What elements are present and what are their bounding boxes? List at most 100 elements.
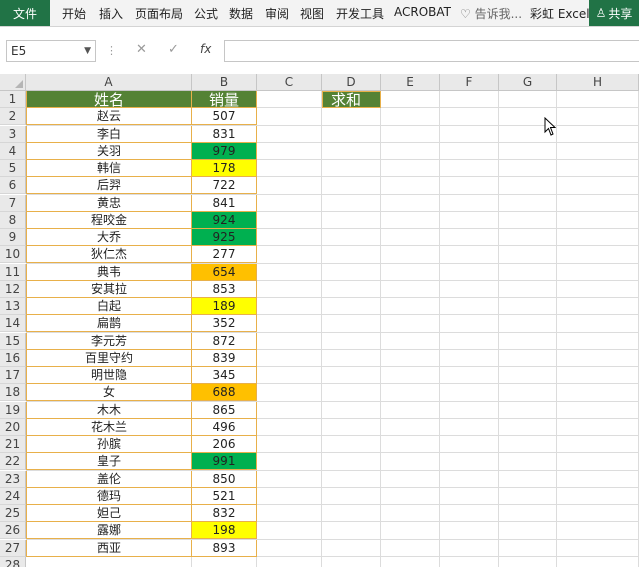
sales-cell[interactable]: 178 bbox=[192, 160, 257, 177]
column-header-c[interactable]: C bbox=[257, 74, 322, 91]
sales-cell[interactable]: 345 bbox=[192, 367, 257, 384]
sales-cell[interactable]: 865 bbox=[192, 401, 257, 419]
sales-cell[interactable]: 496 bbox=[192, 418, 257, 436]
file-tab[interactable]: 文件 bbox=[0, 0, 50, 26]
formula-input[interactable] bbox=[224, 40, 639, 62]
sales-cell[interactable]: 654 bbox=[192, 263, 257, 281]
row-header[interactable]: 19 bbox=[0, 401, 26, 419]
cancel-icon[interactable]: ✕ bbox=[136, 42, 147, 57]
name-cell[interactable]: 皇子 bbox=[26, 453, 192, 471]
tab-data[interactable]: 数据 bbox=[229, 5, 253, 22]
name-cell[interactable]: 女 bbox=[26, 384, 192, 402]
sales-cell[interactable]: 198 bbox=[192, 522, 257, 540]
sales-cell[interactable]: 925 bbox=[192, 229, 257, 246]
column-header-b[interactable]: B bbox=[192, 74, 257, 91]
sales-cell[interactable]: 853 bbox=[192, 280, 257, 298]
row-header[interactable]: 22 bbox=[0, 453, 26, 471]
row-header[interactable]: 23 bbox=[0, 470, 26, 488]
row-header[interactable]: 28 bbox=[0, 556, 26, 567]
sales-cell[interactable]: 352 bbox=[192, 315, 257, 333]
column-header-f[interactable]: F bbox=[440, 74, 499, 91]
sales-cell[interactable]: 893 bbox=[192, 539, 257, 557]
row-header[interactable]: 27 bbox=[0, 539, 26, 557]
sales-cell[interactable]: 979 bbox=[192, 142, 257, 160]
tab-review[interactable]: 审阅 bbox=[265, 5, 289, 22]
name-cell[interactable]: 后羿 bbox=[26, 177, 192, 195]
row-header[interactable]: 2 bbox=[0, 108, 26, 126]
row-header[interactable]: 6 bbox=[0, 177, 26, 195]
name-cell[interactable]: 狄仁杰 bbox=[26, 246, 192, 264]
row-header[interactable]: 15 bbox=[0, 332, 26, 350]
tab-developer[interactable]: 开发工具 bbox=[336, 5, 384, 22]
share-button[interactable]: ♙ 共享 bbox=[589, 0, 639, 26]
sales-cell[interactable]: 850 bbox=[192, 470, 257, 488]
column-header-g[interactable]: G bbox=[499, 74, 557, 91]
row-header[interactable]: 17 bbox=[0, 367, 26, 384]
name-cell[interactable]: 露娜 bbox=[26, 522, 192, 540]
sales-cell[interactable]: 521 bbox=[192, 487, 257, 505]
name-cell[interactable]: 典韦 bbox=[26, 263, 192, 281]
name-cell[interactable]: 黄忠 bbox=[26, 194, 192, 212]
row-header[interactable]: 13 bbox=[0, 298, 26, 315]
row-header[interactable]: 8 bbox=[0, 211, 26, 229]
sales-cell[interactable]: 688 bbox=[192, 384, 257, 402]
tell-me-search[interactable]: ♡ 告诉我... bbox=[460, 5, 522, 22]
name-cell[interactable]: 西亚 bbox=[26, 539, 192, 557]
row-header[interactable]: 18 bbox=[0, 384, 26, 402]
name-cell[interactable]: 盖伦 bbox=[26, 470, 192, 488]
name-cell[interactable]: 妲己 bbox=[26, 505, 192, 522]
tab-acrobat[interactable]: ACROBAT bbox=[394, 5, 451, 19]
name-cell[interactable]: 关羽 bbox=[26, 142, 192, 160]
name-cell[interactable]: 韩信 bbox=[26, 160, 192, 177]
sales-cell[interactable]: 991 bbox=[192, 453, 257, 471]
sales-cell[interactable]: 189 bbox=[192, 298, 257, 315]
column-header-h[interactable]: H bbox=[557, 74, 639, 91]
row-header[interactable]: 4 bbox=[0, 142, 26, 160]
sales-cell[interactable]: 841 bbox=[192, 194, 257, 212]
tab-view[interactable]: 视图 bbox=[300, 5, 324, 22]
row-header[interactable]: 26 bbox=[0, 522, 26, 540]
chevron-down-icon[interactable]: ▼ bbox=[84, 41, 91, 61]
row-header[interactable]: 5 bbox=[0, 160, 26, 177]
name-box[interactable]: E5 ▼ bbox=[6, 40, 96, 62]
enter-icon[interactable]: ✓ bbox=[168, 42, 179, 57]
row-header[interactable]: 1 bbox=[0, 91, 26, 108]
row-header[interactable]: 9 bbox=[0, 229, 26, 246]
sales-cell[interactable]: 924 bbox=[192, 211, 257, 229]
column-header-e[interactable]: E bbox=[381, 74, 440, 91]
sales-cell[interactable]: 722 bbox=[192, 177, 257, 195]
name-cell[interactable]: 明世隐 bbox=[26, 367, 192, 384]
name-cell[interactable]: 德玛 bbox=[26, 487, 192, 505]
name-cell[interactable]: 李白 bbox=[26, 125, 192, 143]
spreadsheet-grid[interactable]: A B C D E F G H 1 2 3 4 5 6 7 8 9 10 11 12 13 14 15 16 17 18 19 20 2… bbox=[0, 74, 639, 567]
row-header[interactable]: 12 bbox=[0, 280, 26, 298]
sales-cell[interactable]: 206 bbox=[192, 436, 257, 453]
name-cell[interactable]: 大乔 bbox=[26, 229, 192, 246]
row-header[interactable]: 24 bbox=[0, 487, 26, 505]
sales-cell[interactable]: 872 bbox=[192, 332, 257, 350]
sales-cell[interactable]: 277 bbox=[192, 246, 257, 264]
column-header-a[interactable]: A bbox=[26, 74, 192, 91]
row-header[interactable]: 10 bbox=[0, 246, 26, 264]
name-cell[interactable]: 程咬金 bbox=[26, 211, 192, 229]
name-cell[interactable]: 赵云 bbox=[26, 108, 192, 126]
row-header[interactable]: 21 bbox=[0, 436, 26, 453]
select-all-corner[interactable] bbox=[0, 74, 26, 91]
sales-cell[interactable]: 507 bbox=[192, 108, 257, 126]
header-cell-name[interactable]: 姓名 bbox=[26, 91, 192, 109]
column-header-d[interactable]: D bbox=[322, 74, 381, 91]
header-cell-sales[interactable]: 销量 bbox=[192, 91, 257, 109]
row-header[interactable]: 16 bbox=[0, 349, 26, 367]
sales-cell[interactable]: 832 bbox=[192, 505, 257, 522]
name-cell[interactable]: 孙膑 bbox=[26, 436, 192, 453]
sum-label-cell[interactable]: 求和 bbox=[322, 91, 381, 109]
row-header[interactable]: 11 bbox=[0, 263, 26, 281]
sales-cell[interactable]: 831 bbox=[192, 125, 257, 143]
row-header[interactable]: 14 bbox=[0, 315, 26, 333]
insert-function-icon[interactable]: fx bbox=[200, 42, 211, 56]
name-cell[interactable]: 扁鹊 bbox=[26, 315, 192, 333]
row-header[interactable]: 20 bbox=[0, 418, 26, 436]
tab-home[interactable]: 开始 bbox=[62, 5, 86, 22]
tab-formulas[interactable]: 公式 bbox=[194, 5, 218, 22]
tab-insert[interactable]: 插入 bbox=[99, 5, 123, 22]
